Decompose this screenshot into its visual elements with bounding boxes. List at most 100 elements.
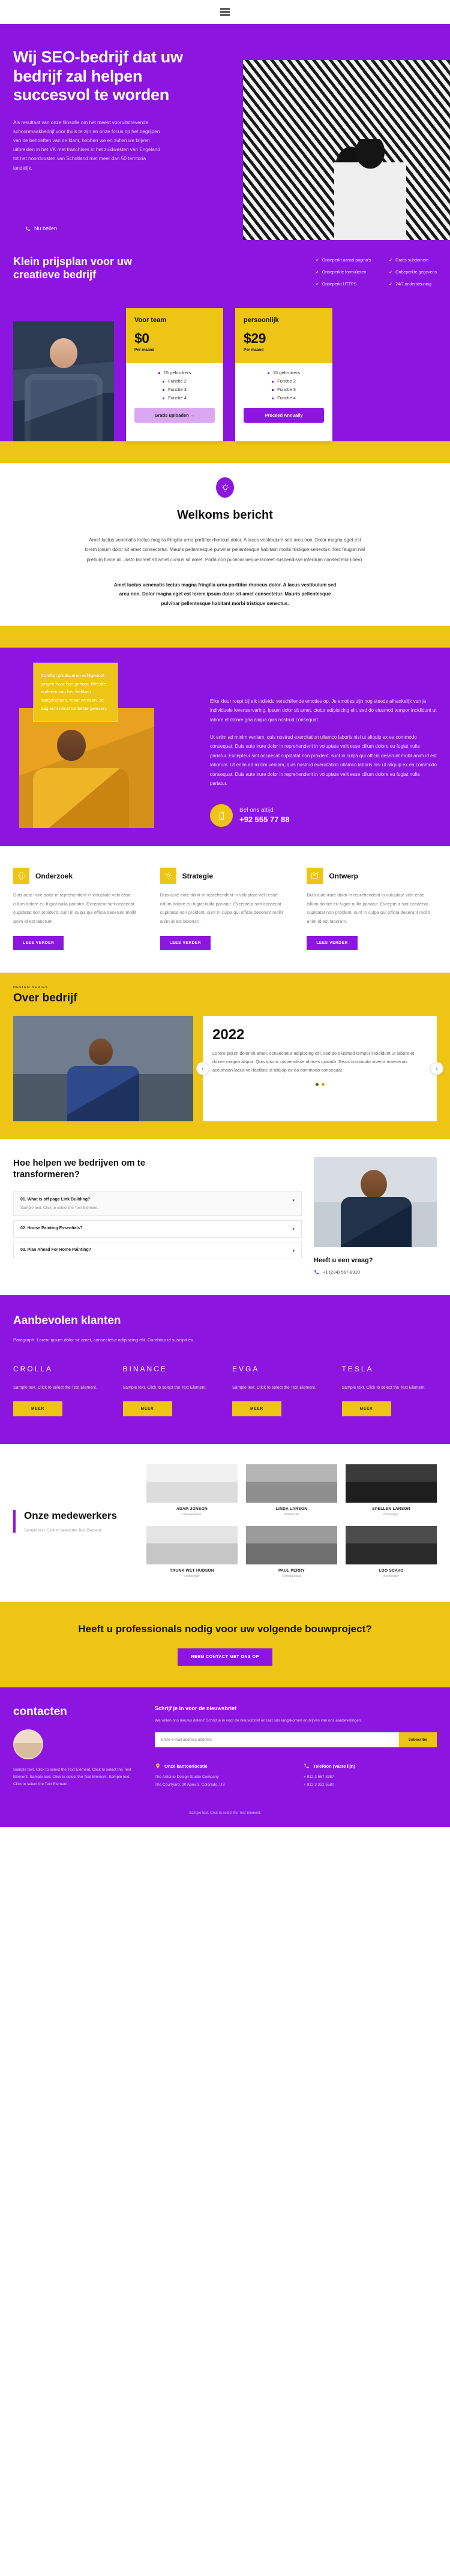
client-more-button[interactable]: MEER [232, 1401, 281, 1416]
subscribe-button[interactable]: Subscribe [398, 1732, 437, 1748]
call-now-label: Nu bellen [34, 225, 58, 231]
client-more-button[interactable]: MEER [122, 1401, 172, 1416]
faq-phone-number: +1 (234) 567-8910 [323, 1269, 360, 1275]
editorial-paragraph-2: Ut enim ad minim veniam, quis nostrud ex… [210, 734, 437, 787]
client-logo-binance: BINANCE [122, 1364, 167, 1373]
bullet-icon [272, 398, 274, 399]
carousel-dot[interactable] [321, 1083, 325, 1087]
client-more-button[interactable]: MEER [13, 1401, 62, 1416]
welcome-title: Welkoms bericht [177, 508, 273, 522]
team-member-photo [346, 1464, 437, 1503]
pricing-feature-text: Functie 4 [277, 395, 296, 401]
hero-title: Wij SEO-bedrijf dat uw bedrijf zal helpe… [13, 48, 183, 104]
pricing-feature-item: Functie 3 [134, 387, 215, 392]
carousel-next-button[interactable]: › [430, 1061, 443, 1075]
accordion-answer: Sample text. Click to select the Text El… [20, 1206, 98, 1211]
pricing-amount: $29 [244, 330, 266, 346]
pricing-card-personal: persoonlijk $29 Per maand 15 gebruikers … [235, 308, 332, 441]
pricing-feature: ✓ Onbeperkt aantal pagina's [316, 258, 371, 263]
faq-phone[interactable]: +1 (234) 567-8910 [314, 1269, 437, 1275]
chevron-down-icon: ▾ [292, 1199, 295, 1203]
service-card-onderzoek: Onderzoek Duis aute irure dolor in repre… [13, 868, 143, 950]
check-icon: ✓ [389, 270, 393, 275]
team-member: LINDA LARSON Beheerder [246, 1464, 337, 1516]
contact-left-text: Sample text. Click to select the Text El… [13, 1767, 131, 1786]
pricing-feature-item: 15 gebruikers [244, 370, 324, 375]
pricing-side-photo [13, 321, 114, 441]
pricing-feature-text: 15 gebruikers [163, 370, 191, 375]
service-card-ontwerp: Ontwerp Duis aute irure dolor in reprehe… [307, 868, 437, 950]
cta-title: Heeft u professionals nodig voor uw volg… [78, 1623, 372, 1635]
pricing-card-header: Voor team $0 Per maand [126, 308, 223, 363]
team-member-role: Ontwerper [383, 1512, 399, 1516]
location-pin-icon [156, 1764, 160, 1769]
client-logo-tesla: TESLA [341, 1364, 374, 1373]
newsletter-form: Subscribe [155, 1732, 437, 1748]
pricing-feature-column-2: ✓ Gratis subdomein ✓ Onbeperkte gegevens ✓… [389, 258, 437, 287]
bullet-icon [163, 398, 165, 399]
accordion-item-3[interactable]: 03. Plan Ahead For Home Painting? ▾ [13, 1242, 302, 1260]
pricing-feature-column-1: ✓ Onbeperkt aantal pagina's ✓ Onbeperkte f… [316, 258, 371, 287]
bullet-icon [272, 389, 274, 391]
team-member-role: Ontwikkelaar [182, 1512, 202, 1516]
team-member-role: Ontwikkelaar [282, 1574, 301, 1578]
team-member-photo [346, 1525, 437, 1564]
pricing-cta-free-upload[interactable]: Gratis uploaden → [134, 408, 215, 423]
pricing-card-team: Voor team $0 Per maand 15 gebruikers Fun… [126, 308, 223, 441]
check-icon: ✓ [315, 258, 319, 263]
pricing-feature-text: 15 gebruikers [272, 370, 301, 375]
client-card-tesla: TESLA Sample text. Click to select the T… [341, 1363, 437, 1416]
pricing-card-body: 15 gebruikers Functie 2 Functie 3 Functi… [235, 363, 332, 432]
welcome-section: Welkoms bericht Amet luctus venenatis le… [0, 463, 450, 626]
service-title: Strategie [182, 871, 214, 880]
map-pin-icon [307, 868, 323, 884]
hamburger-menu-icon[interactable] [220, 8, 230, 16]
pricing-card-body: 15 gebruikers Functie 2 Functie 3 Functi… [126, 363, 223, 432]
pricing-cta-proceed-annually[interactable]: Proceed Annually [244, 408, 324, 423]
team-member-name: LINDA LARSON [275, 1506, 308, 1511]
client-more-button[interactable]: MEER [341, 1401, 391, 1416]
accordion-question: 01. What is off page Link Building? [20, 1197, 91, 1202]
about-title: Over bedrijf [13, 991, 77, 1004]
faq-side-title: Heeft u een vraag? [314, 1256, 373, 1264]
editorial-paragraph-1: Elke kleur roept bij elk individu versch… [210, 698, 437, 723]
faq-title: Hoe helpen we bedrijven om te transforme… [13, 1157, 146, 1180]
call-now-button[interactable]: Nu bellen [25, 225, 57, 231]
bullet-icon [163, 381, 165, 383]
contact-title: contacten [13, 1705, 67, 1718]
phone-icon [304, 1764, 309, 1769]
service-text: Duis aute irure dolor in reprehenderit i… [160, 892, 283, 924]
carousel-dot[interactable] [315, 1083, 319, 1087]
pricing-feature-text: Functie 3 [168, 387, 187, 392]
accordion-item-1[interactable]: 01. What is off page Link Building? Samp… [13, 1191, 302, 1217]
service-read-more-button[interactable]: LEES VERDER [160, 935, 211, 950]
phone-info: Telefoon (vaste lijn) + 912 3 567 8387 +… [304, 1763, 437, 1789]
faq-section: Hoe helpen we bedrijven om te transforme… [0, 1139, 450, 1295]
cta-contact-button[interactable]: NEEM CONTACT MET ONS OP [178, 1648, 272, 1666]
clients-title: Aanbevolen klanten [13, 1314, 121, 1327]
email-field[interactable] [155, 1732, 399, 1748]
team-subtitle: Sample text. Click to select the Text El… [24, 1528, 102, 1533]
carousel-prev-button[interactable]: ‹ [196, 1061, 209, 1075]
gear-icon [160, 868, 176, 884]
pricing-period: Per maand [134, 348, 155, 352]
client-text: Sample text. Click to select the Text El… [13, 1385, 97, 1390]
pricing-plan-name: persoonlijk [244, 317, 279, 324]
check-icon: ✓ [389, 282, 393, 287]
service-read-more-button[interactable]: LEES VERDER [307, 935, 358, 950]
team-member-name: PAUL PERRY [278, 1568, 305, 1573]
accordion-item-2[interactable]: 02. House Painting Essentials? ▾ [13, 1220, 302, 1238]
editorial-call-block[interactable]: Bel ons altijd +92 555 77 88 [210, 804, 437, 827]
service-read-more-button[interactable]: LEES VERDER [13, 935, 64, 950]
team-member-name: LOO SCAVO [379, 1568, 404, 1573]
team-grid: ADAM JONSON Ontwikkelaar LINDA LARSON Be… [146, 1464, 437, 1578]
team-member: LOO SCAVO Beheerder [346, 1525, 437, 1578]
pricing-feature-label: 24/7 ondersteuning [395, 282, 432, 287]
carousel-dots[interactable] [212, 1083, 427, 1087]
phone-title: Telefoon (vaste lijn) [313, 1763, 355, 1769]
about-section: DESIGN SERIES Over bedrijf ‹ › 2022 Lore… [0, 972, 450, 1139]
client-logo-crolla: CROLLA [13, 1364, 53, 1373]
welcome-bold-paragraph: Amet luctus venenatis lectus magna fring… [113, 582, 337, 606]
yellow-divider-band-2 [0, 625, 450, 648]
service-text: Duis aute irure dolor in reprehenderit i… [13, 892, 136, 924]
